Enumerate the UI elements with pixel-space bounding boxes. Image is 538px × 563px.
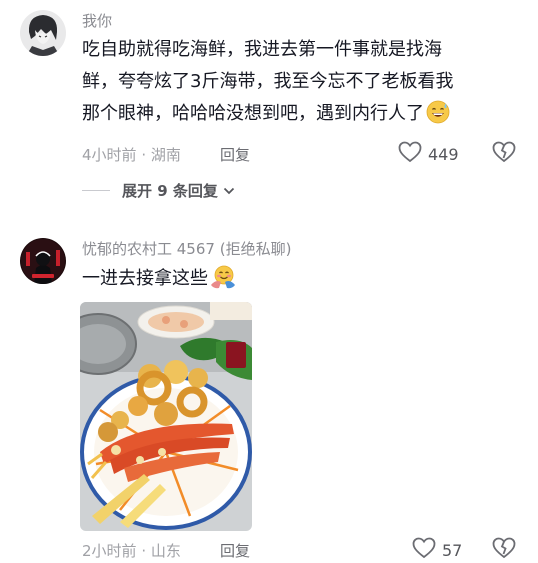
- meta-separator: ·: [136, 542, 151, 560]
- expand-divider: [82, 190, 110, 191]
- comment-1-location: 湖南: [150, 146, 181, 164]
- comment-1-line-1: 吃自助就得吃海鲜，我进去第一件事就是找海: [82, 39, 442, 60]
- avatar-comment-1[interactable]: [20, 10, 66, 56]
- comment-1-body: 吃自助就得吃海鲜，我进去第一件事就是找海 鲜，夸夸炫了3斤海带，我至今忘不了老板…: [82, 34, 453, 135]
- reply-button-comment-2[interactable]: 回复: [220, 540, 250, 561]
- like-count-comment-1: 449: [428, 144, 459, 164]
- heart-outline-icon: [398, 141, 422, 167]
- meta-separator: ·: [136, 146, 151, 164]
- hugging-face-emoji: [210, 265, 236, 300]
- comment-2-meta: 2小时前 · 山东: [82, 540, 181, 561]
- username-comment-2[interactable]: 忧郁的农村工 4567 (拒绝私聊): [82, 238, 291, 259]
- reply-button-comment-1[interactable]: 回复: [220, 144, 250, 165]
- dislike-button-comment-2[interactable]: [492, 537, 516, 563]
- broken-heart-icon: [492, 141, 516, 167]
- heart-outline-icon: [412, 537, 436, 563]
- grinning-sweat-emoji: [426, 100, 450, 135]
- username-comment-1[interactable]: 我你: [82, 10, 112, 31]
- like-count-comment-2: 57: [442, 540, 463, 560]
- comment-photo-seafood-plate[interactable]: [80, 302, 252, 531]
- comment-1-line-2: 鲜，夸夸炫了3斤海带，我至今忘不了老板看我: [82, 71, 454, 92]
- comment-1-meta: 4小时前 · 湖南: [82, 144, 181, 165]
- comment-1-time: 4小时前: [82, 146, 137, 164]
- comment-2-location: 山东: [150, 542, 181, 560]
- comment-2-body: 一进去接拿这些: [82, 263, 236, 300]
- like-button-comment-2[interactable]: 57: [412, 537, 462, 563]
- expand-replies-button[interactable]: 展开 9 条回复: [82, 180, 235, 201]
- comment-1-line-3: 那个眼神，哈哈哈没想到吧，遇到内行人了: [82, 103, 424, 124]
- chevron-down-icon: [223, 187, 235, 195]
- broken-heart-icon: [492, 537, 516, 563]
- expand-replies-label: 展开 9 条回复: [122, 182, 218, 200]
- avatar-comment-2[interactable]: [20, 238, 66, 284]
- dislike-button-comment-1[interactable]: [492, 141, 516, 167]
- comment-1-line-3-row: 那个眼神，哈哈哈没想到吧，遇到内行人了: [82, 98, 453, 135]
- comment-2-time: 2小时前: [82, 542, 137, 560]
- comment-2-text: 一进去接拿这些: [82, 268, 208, 289]
- like-button-comment-1[interactable]: 449: [398, 141, 459, 167]
